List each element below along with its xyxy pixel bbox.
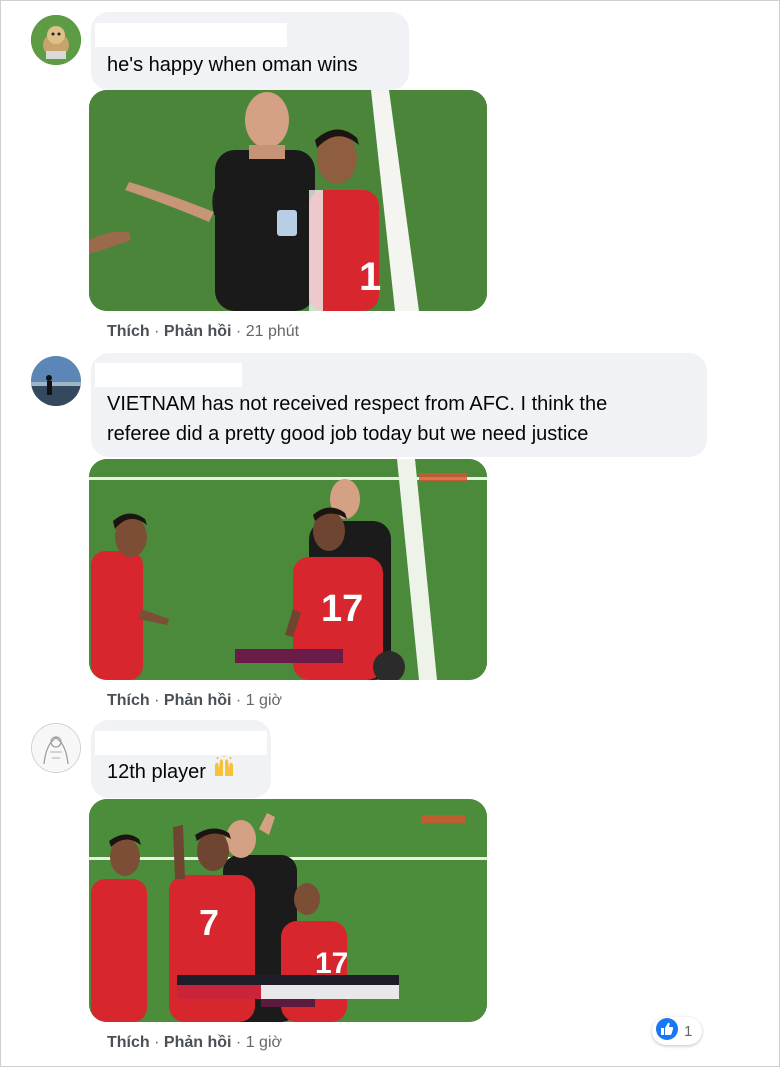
commenter-name-redacted (95, 363, 242, 387)
commenter-name-redacted (95, 731, 267, 755)
timestamp[interactable]: 21 phút (246, 323, 299, 340)
comment-photo[interactable]: 17 (89, 459, 487, 680)
commenter-name-redacted (95, 23, 287, 47)
raised-hands-icon (212, 756, 236, 789)
comment-text-line: referee did a pretty good job today but … (107, 423, 589, 445)
jersey-number: 7 (199, 902, 219, 943)
reply-link[interactable]: Phản hồi (164, 692, 232, 709)
commenter-avatar[interactable] (31, 723, 81, 773)
comment-text-body: 12th player (107, 761, 206, 783)
like-icon (656, 1017, 678, 1045)
timestamp[interactable]: 1 giờ (246, 1034, 282, 1051)
reaction-count: 1 (684, 1022, 693, 1040)
commenter-avatar[interactable] (31, 15, 81, 65)
comment-text: he's happy when oman wins (107, 54, 358, 76)
like-link[interactable]: Thích (107, 323, 150, 340)
jersey-number: 17 (321, 588, 363, 630)
reply-link[interactable]: Phản hồi (164, 323, 232, 340)
like-link[interactable]: Thích (107, 692, 150, 709)
separator-dot: · (154, 323, 164, 340)
comment-photo[interactable]: 7 17 (89, 799, 487, 1022)
separator-dot: · (235, 692, 246, 709)
separator-dot: · (154, 1034, 164, 1051)
separator-dot: · (235, 1034, 246, 1051)
separator-dot: · (154, 692, 164, 709)
timestamp[interactable]: 1 giờ (246, 692, 282, 709)
separator-dot: · (235, 323, 246, 340)
comment-actions: Thích · Phản hồi · 21 phút (107, 323, 299, 341)
comment-photo[interactable]: 1 (89, 90, 487, 311)
comment-actions: Thích · Phản hồi · 1 giờ (107, 692, 282, 710)
reaction-summary[interactable]: 1 (652, 1017, 703, 1045)
comment-text-line: VIETNAM has not received respect from AF… (107, 393, 608, 415)
reply-link[interactable]: Phản hồi (164, 1034, 232, 1051)
like-link[interactable]: Thích (107, 1034, 150, 1051)
comment-actions: Thích · Phản hồi · 1 giờ (107, 1034, 282, 1052)
comment-text: 12th player (107, 756, 236, 789)
svg-text:1: 1 (359, 255, 381, 299)
commenter-avatar[interactable] (31, 356, 81, 406)
